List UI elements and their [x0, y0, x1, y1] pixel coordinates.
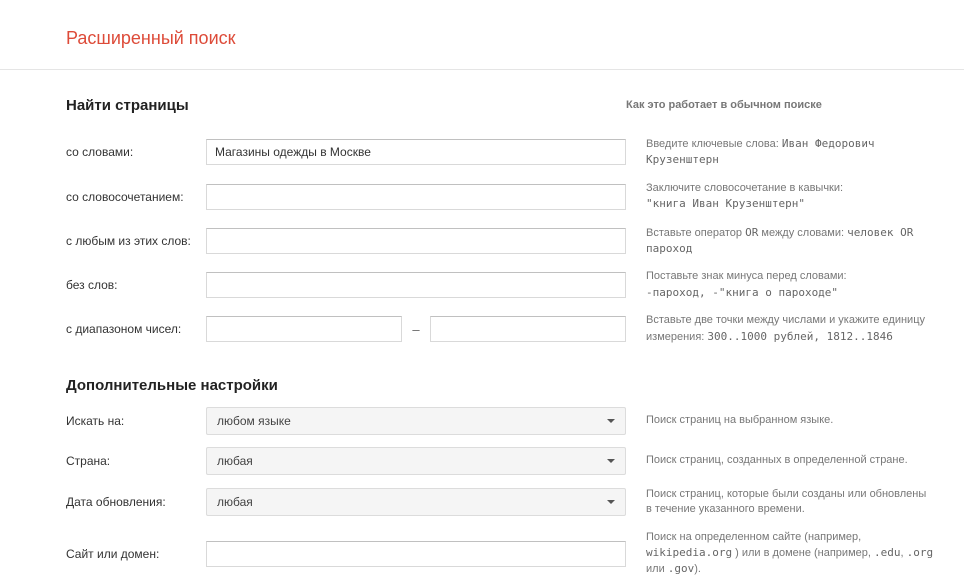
country-select[interactable]: любая [206, 447, 626, 475]
caret-down-icon [607, 500, 615, 504]
section-additional-title: Дополнительные настройки [66, 377, 934, 395]
page-title: Расширенный поиск [66, 28, 964, 49]
all-words-input[interactable] [206, 139, 626, 165]
country-label: Страна: [66, 454, 206, 468]
any-words-label: с любым из этих слов: [66, 234, 206, 248]
range-separator: – [412, 322, 419, 337]
none-words-label: без слов: [66, 278, 206, 292]
range-to-input[interactable] [430, 316, 626, 342]
exact-phrase-input[interactable] [206, 184, 626, 210]
country-help: Поиск страниц, созданных в определенной … [626, 453, 934, 468]
language-label: Искать на: [66, 414, 206, 428]
update-help: Поиск страниц, которые были созданы или … [626, 487, 934, 518]
help-column-title: Как это работает в обычном поиске [626, 95, 822, 114]
range-help: Вставьте две точки между числами и укажи… [626, 313, 934, 345]
exact-phrase-help: Заключите словосочетание в кавычки: "кни… [626, 181, 934, 213]
any-words-input[interactable] [206, 228, 626, 254]
site-input[interactable] [206, 541, 626, 567]
update-select[interactable]: любая [206, 488, 626, 516]
none-words-input[interactable] [206, 272, 626, 298]
none-words-help: Поставьте знак минуса перед словами: -па… [626, 269, 934, 301]
exact-phrase-label: со словосочетанием: [66, 190, 206, 204]
site-label: Сайт или домен: [66, 547, 206, 561]
language-help: Поиск страниц на выбранном языке. [626, 413, 934, 428]
all-words-label: со словами: [66, 145, 206, 159]
range-from-input[interactable] [206, 316, 402, 342]
site-help: Поиск на определенном сайте (например, w… [626, 530, 934, 578]
language-select[interactable]: любом языке [206, 407, 626, 435]
section-find-pages-title: Найти страницы [66, 95, 626, 114]
range-label: с диапазоном чисел: [66, 322, 206, 336]
caret-down-icon [607, 419, 615, 423]
update-label: Дата обновления: [66, 495, 206, 509]
all-words-help: Введите ключевые слова: Иван Федорович К… [626, 136, 934, 169]
page-header: Расширенный поиск [0, 0, 964, 70]
caret-down-icon [607, 459, 615, 463]
any-words-help: Вставьте оператор OR между словами: чело… [626, 225, 934, 258]
